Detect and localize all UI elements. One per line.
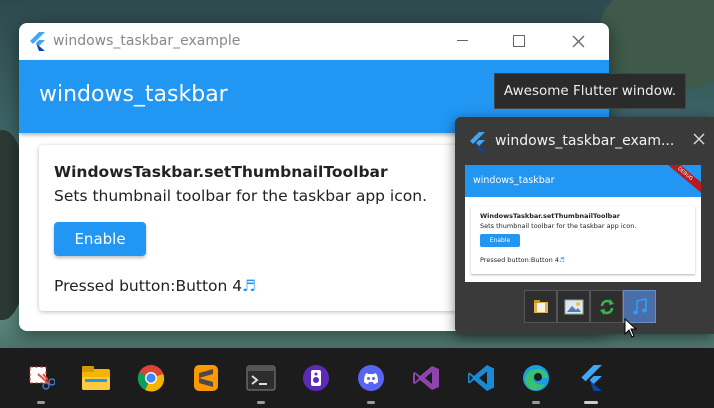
title-bar[interactable]: windows_taskbar_example [19,23,609,60]
pressed-status: Pressed button:Button 4♬ [54,277,256,295]
folder-icon [533,299,548,313]
preview-app-bar: windows_taskbar [465,165,701,197]
flutter-logo-icon [581,365,602,391]
taskbar-chrome[interactable] [135,362,167,394]
sublime-text-icon [194,365,218,391]
taskbar-edge[interactable] [520,362,552,394]
taskbar-thumbnail-popup[interactable]: windows_taskbar_exam... windows_taskbar … [455,117,714,334]
thumbnail-toolbar-button-3[interactable] [590,290,623,323]
demo-card: WindowsTaskbar.setThumbnailToolbar Sets … [39,145,479,311]
terminal-icon [246,365,276,391]
taskbar-discord[interactable] [355,362,387,394]
preview-subtitle: Sets thumbnail toolbar for the taskbar a… [480,222,637,230]
taskbar-flutter-app[interactable] [575,362,607,394]
thumbnail-close-button[interactable] [693,130,705,150]
thumbnail-toolbar-button-2[interactable] [557,290,590,323]
close-icon [572,35,584,47]
image-icon [564,299,583,314]
close-button[interactable] [555,29,601,53]
folder-icon [82,366,110,390]
running-indicator [257,401,265,404]
snipping-tool-icon [29,366,55,390]
edge-icon [523,365,549,391]
taskbar-vs-code[interactable] [465,362,497,394]
music-note-icon: ♬ [242,277,257,295]
refresh-icon [599,298,614,315]
taskbar-terminal[interactable] [245,362,277,394]
flutter-logo-icon [470,132,485,151]
minimize-icon [456,40,468,41]
preview-enable-button: Enable [480,234,520,247]
running-indicator [532,401,540,404]
taskbar-snipping-tool[interactable] [25,362,57,394]
media-app-icon [303,365,329,391]
mouse-cursor-icon [624,318,638,338]
tooltip: Awesome Flutter window. [494,73,686,109]
preview-card: WindowsTaskbar.setThumbnailToolbar Sets … [471,206,695,274]
music-note-icon [632,297,647,314]
visual-studio-icon [413,366,439,390]
discord-icon [358,365,384,391]
music-note-icon: ♬ [558,256,565,264]
taskbar-media-app[interactable] [300,362,332,394]
taskbar-sublime-text[interactable] [190,362,222,394]
running-indicator [37,401,45,404]
running-indicator [367,401,375,404]
minimize-button[interactable] [439,29,485,53]
window-title: windows_taskbar_example [53,33,241,49]
preview-pressed-label: Pressed button:Button 4 [480,256,559,264]
pressed-text: Pressed button:Button 4 [54,277,243,295]
chrome-icon [137,365,165,392]
maximize-icon [513,35,525,47]
maximize-button[interactable] [496,29,542,53]
close-icon [693,133,705,145]
preview-heading: WindowsTaskbar.setThumbnailToolbar [480,212,620,220]
card-subtitle: Sets thumbnail toolbar for the taskbar a… [54,187,427,205]
flutter-logo-icon [30,32,45,51]
window-preview[interactable]: windows_taskbar DEBUG WindowsTaskbar.set… [465,165,701,282]
running-indicator [584,401,598,404]
thumbnail-toolbar-button-1[interactable] [524,290,557,323]
taskbar-file-explorer[interactable] [80,362,112,394]
taskbar [0,348,714,408]
app-bar-title: windows_taskbar [39,82,228,107]
enable-button[interactable]: Enable [54,222,146,256]
card-heading: WindowsTaskbar.setThumbnailToolbar [54,163,388,181]
preview-pressed-text: Pressed button:Button 4♬ [480,256,565,264]
vs-code-icon [468,365,494,391]
taskbar-visual-studio[interactable] [410,362,442,394]
thumbnail-title: windows_taskbar_exam... [495,133,675,149]
